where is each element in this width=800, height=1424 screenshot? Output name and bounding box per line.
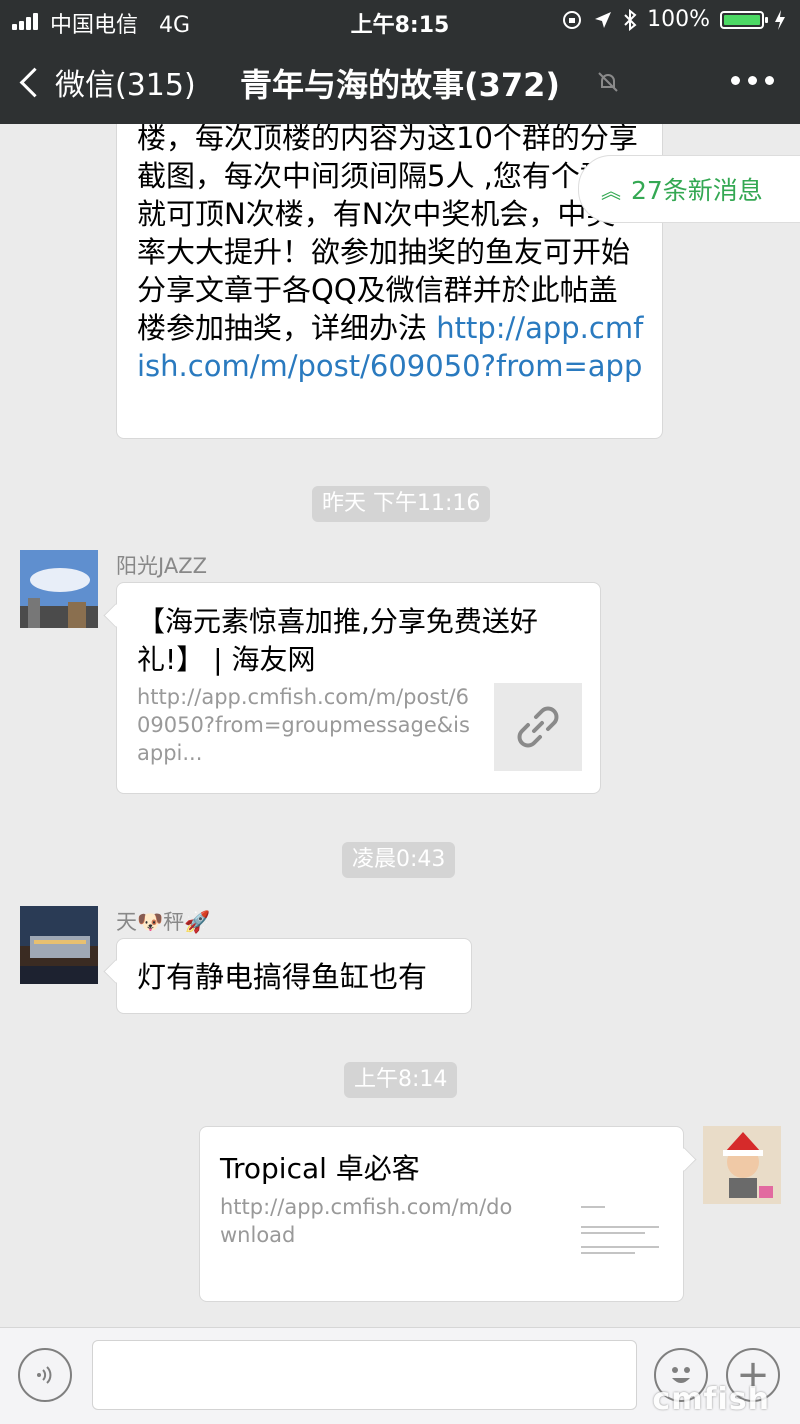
voice-input-button[interactable] — [18, 1348, 72, 1402]
timestamp: 凌晨0:43 — [342, 842, 456, 878]
article-thumbnail — [575, 1193, 665, 1281]
more-options-button[interactable] — [731, 76, 774, 85]
battery-icon — [720, 10, 768, 29]
text-message-bubble[interactable]: 楼，每次顶楼的内容为这10个群的分享截图，每次中间须间隔5人 ,您有个群，就可顶… — [116, 100, 663, 439]
message-text: 灯有静电搞得鱼缸也有 — [137, 960, 428, 994]
mute-bell-icon — [598, 72, 618, 92]
watermark-logo: cmfish — [652, 1382, 770, 1417]
message-input[interactable] — [92, 1340, 637, 1410]
avatar[interactable] — [703, 1126, 781, 1204]
rotation-lock-icon — [563, 10, 582, 29]
voice-icon — [37, 1366, 52, 1384]
chat-title: 青年与海的故事(372) — [239, 66, 561, 104]
timestamp: 昨天 下午11:16 — [312, 486, 491, 522]
sender-name: 阳光JAZZ — [116, 554, 207, 578]
timestamp: 上午8:14 — [344, 1062, 458, 1098]
link-card-url: http://app.cmfish.com/m/download — [220, 1195, 513, 1247]
navigation-bar: 微信(315) 青年与海的故事(372) — [0, 40, 800, 124]
new-messages-button[interactable]: ︽ 27条新消息 — [578, 155, 800, 223]
link-card-title: Tropical 卓必客 — [220, 1152, 420, 1185]
status-right: 100% — [561, 7, 786, 32]
charging-icon — [775, 9, 785, 30]
link-icon — [494, 683, 582, 771]
new-messages-label: 27条新消息 — [631, 176, 763, 205]
avatar[interactable] — [20, 906, 98, 984]
top-bar: 中国电信 4G 上午8:15 100% 微信(315) 青年与海的故事(372) — [0, 0, 800, 124]
battery-percent: 100% — [647, 7, 710, 32]
own-link-card[interactable]: Tropical 卓必客 http://app.cmfish.com/m/dow… — [199, 1126, 684, 1302]
link-card-title: 【海元素惊喜加推,分享免费送好礼!】 | 海友网 — [137, 605, 538, 676]
status-bar: 中国电信 4G 上午8:15 100% — [0, 0, 800, 40]
sender-name: 天🐶秤🚀 — [116, 910, 211, 934]
text-message-bubble[interactable]: 灯有静电搞得鱼缸也有 — [116, 938, 472, 1014]
avatar[interactable] — [20, 550, 98, 628]
link-card[interactable]: 【海元素惊喜加推,分享免费送好礼!】 | 海友网 http://app.cmfi… — [116, 582, 601, 794]
double-chevron-up-icon: ︽ — [601, 178, 621, 203]
bluetooth-icon — [624, 8, 637, 31]
location-icon — [595, 11, 612, 28]
link-card-url: http://app.cmfish.com/m/post/609050?from… — [137, 685, 470, 765]
